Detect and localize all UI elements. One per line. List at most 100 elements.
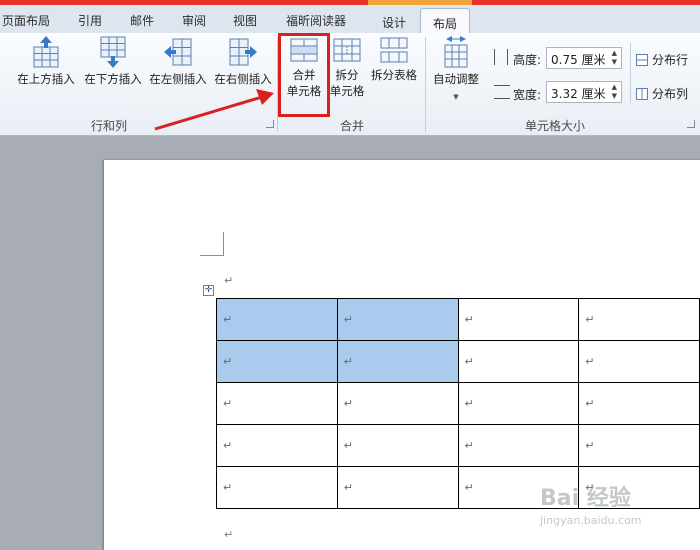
- table-cell[interactable]: ↵: [336, 382, 459, 425]
- column-width-spinner[interactable]: 3.32 厘米 ▲ ▼: [546, 81, 622, 103]
- insert-below-icon: [100, 36, 126, 68]
- autofit-dropdown-icon: ▼: [453, 93, 459, 101]
- insert-left-label: 在左侧插入: [149, 72, 207, 86]
- table-cell[interactable]: ↵: [336, 298, 459, 341]
- document-table[interactable]: ↵ ↵ ↵ ↵ ↵ ↵ ↵ ↵ ↵ ↵ ↵ ↵ ↵ ↵ ↵ ↵ ↵ ↵ ↵ ↵: [216, 298, 700, 509]
- insert-above-icon: [33, 36, 59, 68]
- tab-foxit-reader[interactable]: 福昕阅读器: [286, 12, 346, 29]
- insert-above-button[interactable]: 在上方插入: [14, 35, 78, 87]
- table-cell[interactable]: ↵: [216, 382, 338, 425]
- insert-right-label: 在右侧插入: [214, 72, 272, 86]
- spinner-arrows-icon[interactable]: ▲ ▼: [612, 49, 617, 67]
- insert-below-button[interactable]: 在下方插入: [81, 35, 145, 87]
- cell-end-mark: ↵: [464, 313, 474, 326]
- tab-layout[interactable]: 布局: [420, 8, 470, 35]
- column-width-label: 宽度:: [513, 88, 542, 102]
- table-cell[interactable]: ↵: [457, 424, 580, 467]
- autofit-icon: [444, 36, 468, 68]
- table-cell[interactable]: ↵: [216, 466, 338, 509]
- insert-left-button[interactable]: 在左侧插入: [146, 35, 210, 87]
- cell-end-mark: ↵: [223, 313, 233, 326]
- table-row: ↵ ↵ ↵ ↵: [216, 298, 700, 341]
- tab-review[interactable]: 审阅: [182, 12, 206, 29]
- autofit-button[interactable]: 自动调整 ▼: [429, 35, 483, 105]
- split-table-label: 拆分表格: [371, 68, 417, 82]
- merge-group-label: 合并: [339, 119, 364, 133]
- watermark-url: jingyan.baidu.com: [540, 514, 642, 527]
- cell-end-mark: ↵: [223, 439, 233, 452]
- insert-above-label: 在上方插入: [17, 72, 75, 86]
- table-cell[interactable]: ↵: [578, 424, 700, 467]
- cell-end-mark: ↵: [343, 439, 353, 452]
- paragraph-mark: ↵: [224, 528, 234, 541]
- column-width-icon: [494, 85, 510, 99]
- spinner-arrows-icon[interactable]: ▲ ▼: [612, 83, 617, 101]
- cell-size-dialog-launcher-icon[interactable]: [687, 120, 695, 128]
- autofit-label: 自动调整: [433, 72, 479, 86]
- tab-page-layout[interactable]: 页面布局: [2, 12, 50, 29]
- table-cell[interactable]: ↵: [336, 340, 459, 383]
- table-cell[interactable]: ↵: [457, 340, 580, 383]
- merge-button-highlight: [278, 33, 330, 117]
- table-row: ↵ ↵ ↵ ↵: [216, 424, 700, 467]
- cell-end-mark: ↵: [223, 355, 233, 368]
- row-height-spinner[interactable]: 0.75 厘米 ▲ ▼: [546, 47, 622, 69]
- paragraph-mark: ↵: [224, 274, 234, 287]
- cell-end-mark: ↵: [343, 355, 353, 368]
- group-separator: [425, 37, 426, 132]
- tab-references[interactable]: 引用: [78, 12, 102, 29]
- cell-end-mark: ↵: [464, 397, 474, 410]
- cell-end-mark: ↵: [585, 313, 595, 326]
- insert-left-icon: [164, 38, 192, 66]
- column-width-value: 3.32 厘米: [551, 87, 606, 101]
- row-height-label: 高度:: [513, 53, 542, 67]
- table-cell[interactable]: ↵: [216, 298, 338, 341]
- distribute-rows-button[interactable]: 分布行: [636, 51, 688, 68]
- split-cells-label-2: 单元格: [329, 84, 365, 98]
- table-move-handle-icon[interactable]: ✛: [203, 285, 214, 296]
- tab-mailings[interactable]: 邮件: [130, 12, 154, 29]
- rows-cols-group-label: 行和列: [90, 119, 127, 133]
- row-height-icon: [494, 49, 508, 65]
- insert-right-icon: [229, 38, 257, 66]
- table-cell[interactable]: ↵: [457, 382, 580, 425]
- cell-end-mark: ↵: [585, 439, 595, 452]
- group-separator: [630, 43, 631, 103]
- table-cell[interactable]: ↵: [216, 424, 338, 467]
- cell-end-mark: ↵: [585, 355, 595, 368]
- distribute-cols-icon: [636, 88, 648, 100]
- tab-design[interactable]: 设计: [368, 10, 420, 35]
- table-cell[interactable]: ↵: [578, 340, 700, 383]
- ribbon-tab-row: 页面布局 引用 邮件 审阅 视图 福昕阅读器 设计 布局: [0, 5, 700, 35]
- cell-size-group-label: 单元格大小: [524, 119, 585, 133]
- watermark: Bai 经验 jingyan.baidu.com: [540, 480, 670, 540]
- distribute-cols-label: 分布列: [652, 87, 689, 101]
- insert-below-label: 在下方插入: [84, 72, 142, 86]
- ribbon-panel: 在上方插入 在下方插入 在左侧插入 在右侧插入 行和列 合并 单元格 拆分 单元…: [0, 33, 700, 136]
- cell-end-mark: ↵: [223, 481, 233, 494]
- cell-end-mark: ↵: [343, 397, 353, 410]
- cell-end-mark: ↵: [585, 397, 595, 410]
- margin-corner-mark: [200, 232, 224, 256]
- split-cells-icon: [333, 38, 361, 62]
- cell-end-mark: ↵: [464, 355, 474, 368]
- distribute-rows-icon: [636, 54, 648, 66]
- distribute-rows-label: 分布行: [652, 53, 689, 67]
- table-cell[interactable]: ↵: [578, 382, 700, 425]
- split-table-icon: [380, 37, 408, 63]
- split-table-button[interactable]: 拆分表格: [368, 35, 420, 83]
- distribute-cols-button[interactable]: 分布列: [636, 85, 688, 102]
- insert-right-button[interactable]: 在右侧插入: [211, 35, 275, 87]
- table-row: ↵ ↵ ↵ ↵: [216, 382, 700, 425]
- table-cell[interactable]: ↵: [457, 298, 580, 341]
- cell-end-mark: ↵: [464, 439, 474, 452]
- table-cell[interactable]: ↵: [336, 466, 459, 509]
- table-cell[interactable]: ↵: [216, 340, 338, 383]
- table-cell[interactable]: ↵: [578, 298, 700, 341]
- cell-end-mark: ↵: [464, 481, 474, 494]
- tab-view[interactable]: 视图: [233, 12, 257, 29]
- split-cells-label-1: 拆分: [335, 68, 359, 82]
- split-cells-button[interactable]: 拆分 单元格: [328, 35, 366, 99]
- cell-end-mark: ↵: [343, 481, 353, 494]
- table-cell[interactable]: ↵: [336, 424, 459, 467]
